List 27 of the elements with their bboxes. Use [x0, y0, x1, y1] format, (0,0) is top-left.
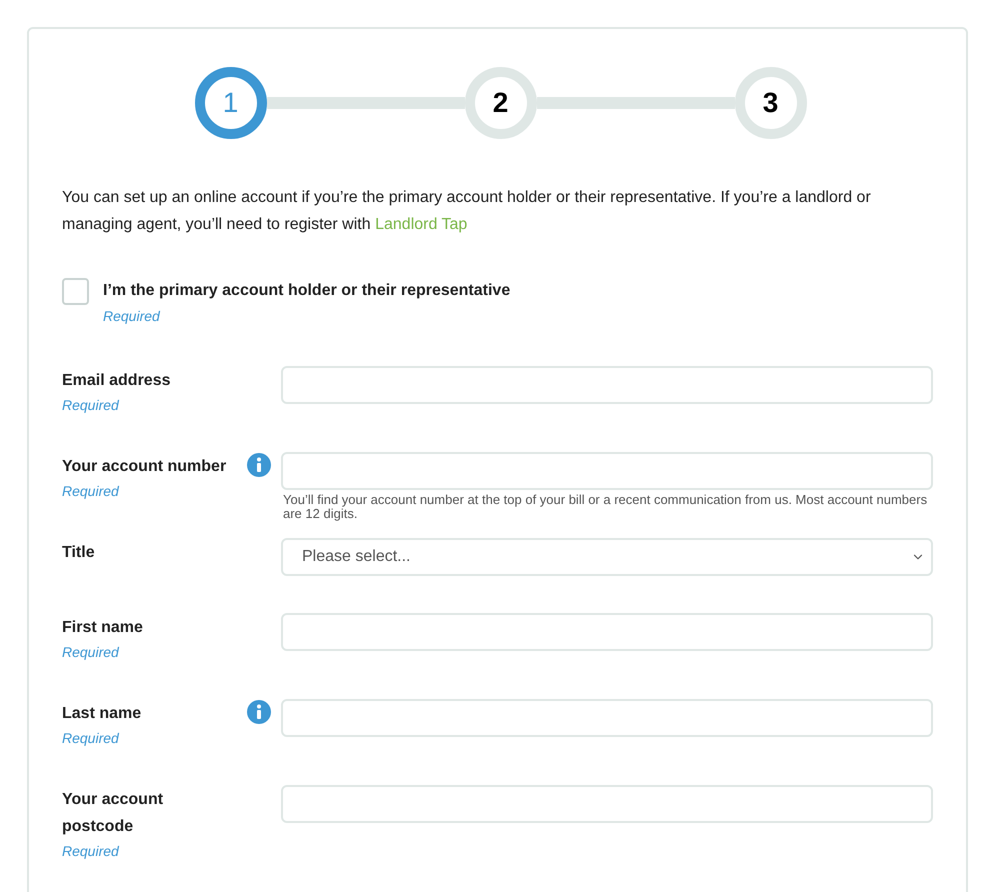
title-select[interactable]: Please select...	[281, 538, 933, 576]
step-indicator: 1	[194, 67, 266, 139]
field-label: Email address	[62, 371, 172, 391]
field-label: Your account postcode	[62, 790, 164, 837]
input-field[interactable]	[281, 785, 933, 823]
required-note: Required	[62, 482, 120, 501]
input-field[interactable]	[281, 613, 933, 651]
required-note: Required	[62, 643, 120, 662]
info-icon[interactable]	[247, 700, 271, 724]
confirm-checkbox[interactable]	[62, 278, 89, 305]
intro-text: You can set up an online account if you’re the primary account holder or their representative. If you’re a landlord or managing agent, you’ll need to register with Landlord Tap	[62, 188, 872, 235]
info-icon[interactable]	[247, 453, 271, 477]
field-hint: You’ll find your account number at the top of your bill or a recent communication from us. Most account numbers are 12 digits.	[282, 493, 928, 521]
input-field[interactable]	[281, 699, 933, 737]
input-field[interactable]	[281, 452, 933, 490]
step-indicator: 3	[734, 67, 806, 139]
required-note: Required	[62, 842, 120, 861]
required-note: Required	[62, 396, 120, 415]
field-label: Your account number	[62, 457, 228, 477]
field-label: First name	[62, 618, 144, 638]
checkbox-label: I’m the primary account holder or their representative	[103, 281, 510, 301]
input-field[interactable]	[281, 366, 933, 404]
step-indicator: 2	[464, 67, 536, 139]
field-label: Last name	[62, 704, 142, 724]
required-note: Required	[103, 307, 162, 326]
field-label: Title	[62, 543, 96, 563]
required-note: Required	[62, 729, 120, 748]
